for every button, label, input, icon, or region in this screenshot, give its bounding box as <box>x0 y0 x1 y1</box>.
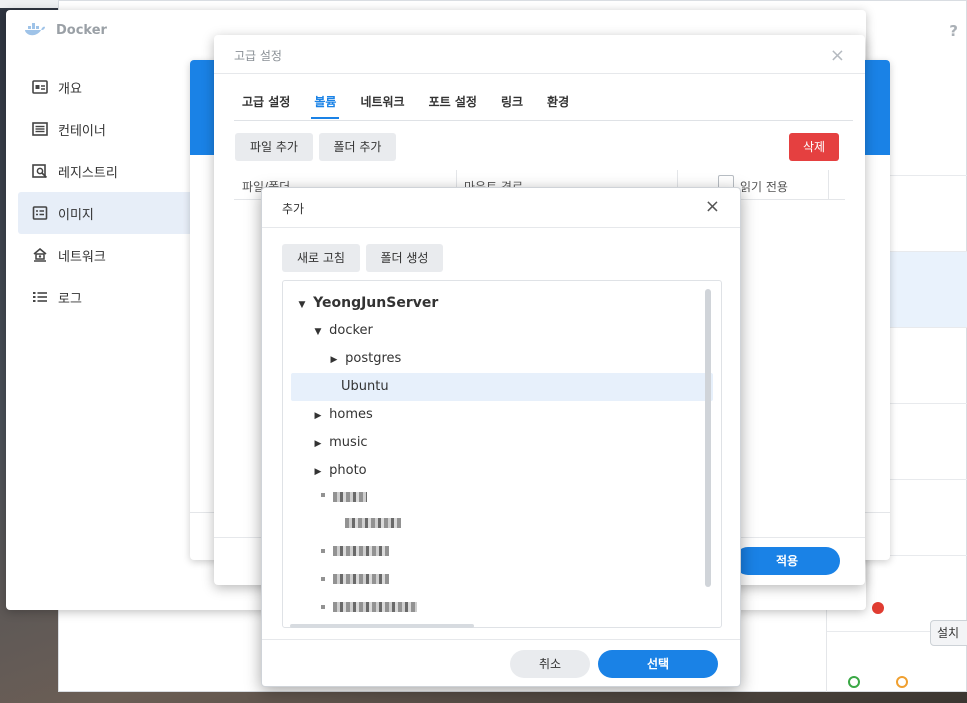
redacted-folder-name <box>333 546 389 556</box>
tree-item-music[interactable]: ▶ music <box>291 429 713 457</box>
tab-environment[interactable]: 환경 <box>547 93 569 120</box>
horizontal-scrollbar[interactable] <box>290 624 474 628</box>
tree-item-label: Ubuntu <box>341 379 389 394</box>
image-icon <box>32 206 48 220</box>
caret-right-icon[interactable]: ▶ <box>311 458 325 486</box>
add-folder-dialog: 추가 × 새로 고침 폴더 생성 ▼ YeongJunServer ▼ dock… <box>261 187 741 687</box>
sidebar-item-label: 컨테이너 <box>58 123 106 139</box>
tab-bar: 고급 설정 볼륨 네트워크 포트 설정 링크 환경 <box>242 93 593 120</box>
sidebar-item-label: 이미지 <box>58 207 94 223</box>
tree-item-label: YeongJunServer <box>313 295 439 311</box>
close-icon[interactable]: × <box>830 45 845 66</box>
tree-item-label: homes <box>329 407 373 422</box>
column-header-read-only[interactable]: 읽기 전용 <box>740 178 788 195</box>
sidebar-item-overview[interactable]: 개요 <box>18 66 198 108</box>
tree-item-ubuntu[interactable]: Ubuntu <box>291 373 713 401</box>
sidebar-item-network[interactable]: 네트워크 <box>18 234 198 276</box>
redacted-folder-name <box>333 492 367 502</box>
docker-whale-icon <box>25 23 45 36</box>
caret-right-icon[interactable]: ▶ <box>311 430 325 458</box>
tree-item-label: music <box>329 435 368 450</box>
overview-icon <box>32 80 48 94</box>
divider <box>214 73 865 74</box>
registry-icon <box>32 164 48 178</box>
redacted-folder-name <box>345 518 401 528</box>
sidebar-item-image[interactable]: 이미지 <box>18 192 198 234</box>
redacted-caret <box>321 577 325 581</box>
create-folder-button[interactable]: 폴더 생성 <box>366 244 443 272</box>
tree-item-yeongjunserver[interactable]: ▼ YeongJunServer <box>291 289 713 317</box>
docker-title: Docker <box>56 22 107 38</box>
delete-button[interactable]: 삭제 <box>789 133 839 161</box>
redacted-caret <box>321 605 325 609</box>
tree-item-docker[interactable]: ▼ docker <box>291 317 713 345</box>
vertical-scrollbar[interactable] <box>705 289 711 587</box>
help-icon[interactable]: ? <box>949 22 958 40</box>
redacted-caret <box>321 493 325 497</box>
select-button[interactable]: 선택 <box>598 650 718 678</box>
redacted-folder-name <box>333 602 417 612</box>
sidebar-item-label: 레지스트리 <box>58 165 118 181</box>
add-file-button[interactable]: 파일 추가 <box>235 133 313 161</box>
tab-volume[interactable]: 볼륨 <box>314 93 336 120</box>
tree-item-label: postgres <box>345 351 402 366</box>
redacted-folder-name <box>333 574 389 584</box>
sidebar-item-label: 네트워크 <box>58 249 106 265</box>
tab-links[interactable]: 링크 <box>501 93 523 120</box>
caret-down-icon[interactable]: ▼ <box>295 291 309 319</box>
network-icon <box>32 248 48 262</box>
divider <box>262 227 740 228</box>
tree-item-label: photo <box>329 463 367 478</box>
tab-advanced[interactable]: 고급 설정 <box>242 93 290 120</box>
tree-item-photo[interactable]: ▶ photo <box>291 457 713 485</box>
tab-network[interactable]: 네트워크 <box>360 93 404 120</box>
sidebar-item-label: 로그 <box>58 291 82 307</box>
sidebar-item-label: 개요 <box>58 81 82 97</box>
add-folder-button[interactable]: 폴더 추가 <box>319 133 396 161</box>
tree-item-postgres[interactable]: ▶ postgres <box>291 345 713 373</box>
sidebar-item-registry[interactable]: 레지스트리 <box>18 150 198 192</box>
refresh-button[interactable]: 새로 고침 <box>282 244 360 272</box>
tree-item-label: docker <box>329 323 373 338</box>
dialog-title: 고급 설정 <box>234 49 282 63</box>
active-tab-indicator <box>311 117 339 119</box>
status-dot-icon <box>872 602 884 614</box>
install-button[interactable]: 설치 <box>930 620 967 646</box>
container-icon <box>32 122 48 136</box>
cancel-button[interactable]: 취소 <box>510 650 590 678</box>
caret-right-icon[interactable]: ▶ <box>311 402 325 430</box>
folder-tree: ▼ YeongJunServer ▼ docker ▶ postgres Ubu… <box>282 280 722 628</box>
status-dot-icon <box>896 676 908 688</box>
redacted-caret <box>321 549 325 553</box>
caret-down-icon[interactable]: ▼ <box>311 318 325 346</box>
tree-item-homes[interactable]: ▶ homes <box>291 401 713 429</box>
sidebar: 개요 컨테이너 레지스트리 이미지 네트워크 로그 <box>18 66 198 318</box>
divider <box>234 120 853 121</box>
log-icon <box>32 290 48 304</box>
apply-button[interactable]: 적용 <box>734 547 840 575</box>
caret-right-icon[interactable]: ▶ <box>327 346 341 374</box>
sidebar-item-log[interactable]: 로그 <box>18 276 198 318</box>
tab-port-settings[interactable]: 포트 설정 <box>429 93 477 120</box>
column-separator <box>828 170 829 200</box>
dialog-title: 추가 <box>282 202 305 216</box>
sidebar-item-container[interactable]: 컨테이너 <box>18 108 198 150</box>
close-icon[interactable]: × <box>705 196 720 217</box>
status-dot-icon <box>848 676 860 688</box>
divider <box>262 639 740 640</box>
